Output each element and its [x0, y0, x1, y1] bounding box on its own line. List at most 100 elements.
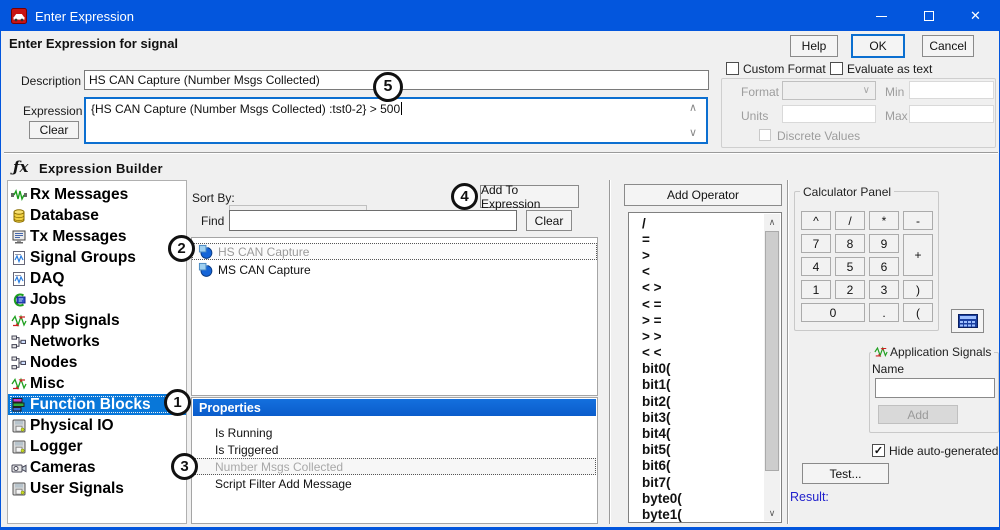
operator-item[interactable]: < = [629, 296, 764, 312]
sidebar-item[interactable]: App Signals [8, 310, 186, 331]
function-block-item[interactable]: HS CAN Capture [192, 243, 597, 260]
operator-item[interactable]: bit7( [629, 474, 764, 490]
calculator-key[interactable]: 7 [801, 234, 831, 253]
operator-item[interactable]: bit5( [629, 442, 764, 458]
minimize-button[interactable] [858, 1, 905, 31]
calculator-key[interactable]: ) [903, 280, 933, 299]
custom-format-checkbox[interactable] [726, 62, 739, 75]
property-row[interactable]: Is Running [193, 424, 596, 441]
operator-item[interactable]: byte0( [629, 490, 764, 506]
add-signal-button[interactable]: Add [878, 405, 958, 424]
custom-format-label: Custom Format [743, 62, 826, 76]
calculator-popup-button[interactable] [951, 309, 984, 333]
calculator-key[interactable]: . [869, 303, 899, 322]
scrollbar-thumb[interactable] [765, 231, 779, 471]
calculator-key[interactable]: / [835, 211, 865, 230]
sidebar-item[interactable]: Rx Messages [8, 184, 186, 205]
operator-item[interactable]: bit3( [629, 409, 764, 425]
calculator-key[interactable]: 4 [801, 257, 831, 276]
sort-by-label: Sort By: [192, 191, 235, 205]
category-icon [11, 250, 27, 266]
enter-expression-dialog: Enter Expression ✕ Enter Expression for … [0, 0, 1000, 530]
close-button[interactable]: ✕ [952, 1, 999, 31]
annotation-circle-1: 1 [164, 389, 191, 416]
property-row[interactable]: Number Msgs Collected [193, 458, 596, 475]
sidebar-item[interactable]: Logger [8, 436, 186, 457]
sidebar-item[interactable]: Nodes [8, 352, 186, 373]
expression-scroll-down-icon[interactable]: ∨ [689, 128, 697, 139]
operator-item[interactable]: bit1( [629, 377, 764, 393]
maximize-button[interactable] [905, 1, 952, 31]
calculator-key[interactable]: 2 [835, 280, 865, 299]
property-row[interactable]: Is Triggered [193, 441, 596, 458]
sidebar-item[interactable]: Function Blocks [8, 394, 186, 415]
operator-scrollbar[interactable]: ∧ ∨ [764, 214, 780, 521]
category-icon [11, 292, 27, 308]
clear-expression-button[interactable]: Clear [29, 121, 79, 139]
calculator-key[interactable]: + [903, 234, 933, 276]
help-button[interactable]: Help [790, 35, 838, 57]
hide-auto-generated-checkbox[interactable]: ✓ [872, 444, 885, 457]
sidebar-item[interactable]: Jobs [8, 289, 186, 310]
property-row[interactable]: Script Filter Add Message [193, 475, 596, 492]
min-input[interactable] [909, 81, 994, 99]
calculator-key[interactable]: ( [903, 303, 933, 322]
category-label: Signal Groups [30, 249, 136, 267]
calculator-key[interactable]: 9 [869, 234, 899, 253]
operator-item[interactable]: byte1( [629, 506, 764, 522]
calculator-key[interactable]: * [869, 211, 899, 230]
ok-button[interactable]: OK [851, 34, 905, 58]
expression-scroll-up-icon[interactable]: ∧ [689, 103, 697, 114]
add-operator-button[interactable]: Add Operator [624, 184, 782, 206]
calculator-key[interactable]: 5 [835, 257, 865, 276]
category-label: App Signals [30, 312, 120, 330]
sidebar-item[interactable]: Signal Groups [8, 247, 186, 268]
format-label: Format [741, 85, 779, 99]
calculator-key[interactable]: ^ [801, 211, 831, 230]
sidebar-item[interactable]: Database [8, 205, 186, 226]
units-input[interactable] [782, 105, 876, 123]
expression-textarea[interactable]: {HS CAN Capture (Number Msgs Collected) … [84, 97, 708, 144]
sidebar-item[interactable]: Networks [8, 331, 186, 352]
evaluate-as-text-checkbox[interactable] [830, 62, 843, 75]
calculator-key[interactable]: 0 [801, 303, 865, 322]
operator-item[interactable]: bit4( [629, 425, 764, 441]
sidebar-item[interactable]: Physical IO [8, 415, 186, 436]
scrollbar-down-button[interactable]: ∨ [764, 505, 780, 521]
operator-item[interactable]: < [629, 264, 764, 280]
category-label: Networks [30, 333, 100, 351]
sidebar-item[interactable]: Cameras [8, 457, 186, 478]
calculator-key[interactable]: - [903, 211, 933, 230]
sidebar-item[interactable]: Misc [8, 373, 186, 394]
calculator-key[interactable]: 8 [835, 234, 865, 253]
operator-item[interactable]: > = [629, 312, 764, 328]
operator-item[interactable]: / [629, 215, 764, 231]
sidebar-item[interactable]: DAQ [8, 268, 186, 289]
operator-item[interactable]: > [629, 247, 764, 263]
operator-item[interactable]: < < [629, 345, 764, 361]
calculator-key[interactable]: 3 [869, 280, 899, 299]
operator-item[interactable]: bit6( [629, 458, 764, 474]
operator-item[interactable]: = [629, 231, 764, 247]
function-block-item[interactable]: MS CAN Capture [192, 261, 597, 278]
add-to-expression-button[interactable]: Add To Expression [480, 185, 579, 208]
operator-item[interactable]: < > [629, 280, 764, 296]
name-input[interactable] [875, 378, 995, 398]
find-clear-button[interactable]: Clear [526, 210, 572, 231]
discrete-values-checkbox[interactable] [759, 129, 771, 141]
annotation-circle-3: 3 [171, 453, 198, 480]
test-button[interactable]: Test... [802, 463, 889, 484]
calculator-key[interactable]: 6 [869, 257, 899, 276]
cancel-button[interactable]: Cancel [922, 35, 974, 57]
category-list: Rx Messages Database Tx Messages Signal … [7, 180, 187, 524]
operator-item[interactable]: bit2( [629, 393, 764, 409]
format-select[interactable]: ∨ [782, 81, 876, 100]
operator-item[interactable]: bit0( [629, 361, 764, 377]
find-input[interactable] [229, 210, 517, 231]
scrollbar-up-button[interactable]: ∧ [764, 214, 780, 230]
calculator-key[interactable]: 1 [801, 280, 831, 299]
sidebar-item[interactable]: Tx Messages [8, 226, 186, 247]
operator-item[interactable]: > > [629, 328, 764, 344]
sidebar-item[interactable]: User Signals [8, 478, 186, 499]
max-input[interactable] [909, 105, 994, 123]
